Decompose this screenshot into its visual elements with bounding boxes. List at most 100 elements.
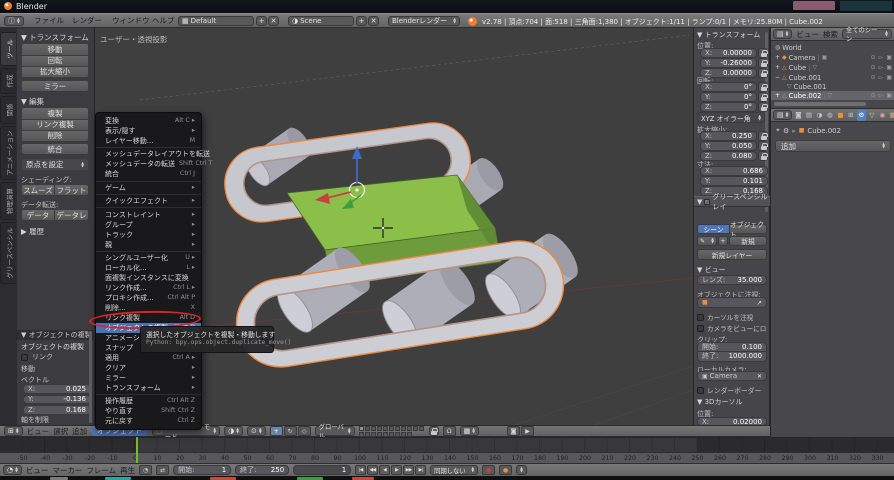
shelf-tab-6[interactable]: グリースペンシル	[0, 222, 16, 284]
clip-start-field[interactable]: 開始: 0.100	[697, 342, 767, 352]
select-toggle-icon[interactable]: ▻	[879, 92, 884, 99]
menu-item-28[interactable]: やり直すShift Ctrl Z	[96, 406, 201, 416]
timeline-menu-playback[interactable]: 再生	[120, 464, 135, 477]
manipulator-translate-button[interactable]: +	[270, 426, 283, 436]
view-panel-header[interactable]: ▼ ビュー	[697, 265, 726, 275]
value-field[interactable]: X:0.250	[700, 131, 757, 141]
render-toggle-icon[interactable]: ▣	[886, 64, 892, 71]
layer-cell-6[interactable]	[389, 426, 394, 431]
snap-magnet-icon[interactable]: Ω	[443, 426, 456, 436]
menu-item-27[interactable]: 操作履歴Ctrl Alt Z	[96, 396, 201, 406]
gp-scene-button[interactable]: シーン	[697, 224, 730, 234]
constraints-tab[interactable]: ⊞	[846, 110, 855, 121]
move-button[interactable]: 移動	[21, 43, 89, 55]
value-field[interactable]: X:0.00000	[700, 48, 757, 58]
object-data-tab[interactable]: ▽	[867, 110, 876, 121]
render-toggle-icon[interactable]: ▣	[886, 54, 892, 61]
layer-cell-10[interactable]	[413, 426, 418, 431]
gp-object-button[interactable]: オブジェクト	[730, 224, 767, 234]
frame-start-field[interactable]: 開始: 1	[173, 465, 231, 475]
menu-item-24[interactable]: クリア▸	[96, 363, 201, 373]
expander-icon[interactable]: +	[775, 54, 780, 61]
modifiers-tab[interactable]: ⚙	[857, 110, 866, 121]
opengl-render-anim-button[interactable]: ▶	[521, 426, 534, 436]
menu-item-29[interactable]: 元に戻すCtrl Z	[96, 416, 201, 426]
layer-cell-7[interactable]	[395, 426, 400, 431]
lock-camera-checkbox[interactable]	[697, 325, 704, 332]
shading-dropdown[interactable]: ◑▲▼	[224, 426, 243, 436]
taskbar-item[interactable]	[297, 477, 323, 480]
expander-icon[interactable]: −	[775, 74, 780, 81]
menu-item-5[interactable]: メッシュデータの転送Shift Ctrl T	[96, 159, 201, 169]
jump-to-start-button[interactable]: |◀	[355, 465, 366, 475]
layer-cell-5[interactable]	[383, 426, 388, 431]
record-button[interactable]: ●	[482, 465, 495, 475]
lock-icon[interactable]	[758, 92, 768, 102]
play-button[interactable]: ▶	[391, 465, 402, 475]
menu-item-4[interactable]: メッシュデータレイアウトを転送	[96, 149, 201, 159]
outliner-scrollbar[interactable]	[774, 102, 866, 106]
layer-cell-13[interactable]	[365, 432, 370, 437]
lock-icon[interactable]	[758, 102, 768, 112]
manipulator-rotate-button[interactable]: ↻	[284, 426, 297, 436]
shade-flat-button[interactable]: フラット	[55, 184, 89, 196]
outliner-row-cube[interactable]: +△Cube|▽⊙▻▣	[771, 63, 894, 72]
breadcrumb-object-name[interactable]: Cube.002	[807, 127, 841, 135]
shelf-tab-3[interactable]: 関係	[0, 96, 16, 124]
scene-tab[interactable]: ◑	[815, 110, 824, 121]
outliner-item-name[interactable]: Cube.001	[789, 74, 822, 82]
outliner-item-name[interactable]: Camera	[789, 54, 816, 62]
menu-item-18[interactable]: 削除...X	[96, 303, 201, 313]
lock-icon[interactable]	[758, 131, 768, 141]
pivot-dropdown[interactable]: ⊙▲▼	[247, 426, 266, 436]
object-tab[interactable]: ■	[836, 110, 845, 121]
frame-end-field[interactable]: 終了: 250	[235, 465, 289, 475]
timeline-playhead[interactable]	[136, 437, 138, 463]
transform-panel-header[interactable]: ▼ トランスフォーム	[21, 32, 89, 43]
timeline-ruler[interactable]: -50-40-30-20-100102030405060708090100110…	[0, 452, 894, 463]
eye-toggle-icon[interactable]: ⊙	[871, 64, 876, 71]
delete-button[interactable]: 削除	[21, 130, 89, 142]
layout-selector[interactable]: ▦ Default	[178, 16, 254, 26]
outliner-row-cube.001[interactable]: ▽Cube.001	[771, 82, 894, 91]
value-field[interactable]: Y:0°	[700, 92, 757, 102]
taskbar-item[interactable]	[105, 477, 131, 480]
layer-cell-4[interactable]	[377, 426, 382, 431]
value-field[interactable]: Y:-0.136	[23, 395, 91, 405]
scale-button[interactable]: 拡大縮小	[21, 66, 89, 78]
prev-keyframe-button[interactable]: ◀◀	[367, 465, 378, 475]
select-toggle-icon[interactable]: ▻	[879, 74, 884, 81]
viewport-menu-view[interactable]: ビュー	[27, 426, 50, 437]
value-field[interactable]: Z:0.168	[23, 405, 91, 415]
menu-item-3[interactable]: レイヤー移動...M	[96, 136, 201, 146]
transfer-data-layout-button[interactable]: データレ	[55, 209, 89, 221]
menu-item-14[interactable]: ローカル化...L ▸	[96, 263, 201, 273]
value-field[interactable]: X:0°	[700, 82, 757, 92]
gp-new-layer-button[interactable]: 新規レイヤー	[697, 249, 767, 260]
render-tab[interactable]: ◙	[794, 110, 803, 121]
lock-icon[interactable]	[758, 151, 768, 161]
clip-end-field[interactable]: 終了: 1000.000	[697, 352, 767, 362]
current-frame-field[interactable]: 1	[293, 465, 351, 475]
menu-item-26[interactable]: トランスフォーム▸	[96, 383, 201, 393]
select-toggle-icon[interactable]: ▻	[879, 54, 884, 61]
preview-range-toggle[interactable]: ◔	[139, 465, 152, 475]
menu-item-8[interactable]: クイックエフェクト▸	[96, 196, 201, 206]
taskbar-item[interactable]	[210, 477, 236, 480]
render-toggle-icon[interactable]: ▣	[886, 74, 892, 81]
local-camera-field[interactable]: ▣ Camera ✕	[697, 371, 767, 381]
shelf-tab-4[interactable]: アニメーション	[0, 126, 16, 180]
edit-panel-header[interactable]: ▼ 編集	[21, 96, 44, 107]
menu-window[interactable]: ウィンドウ	[112, 14, 150, 27]
shelf-tab-5[interactable]: 物理演算	[0, 182, 16, 220]
scene-add-button[interactable]: +	[356, 16, 367, 26]
texture-tab[interactable]: ▦	[888, 110, 894, 121]
outliner-item-name[interactable]: Cube	[789, 64, 807, 72]
operator-panel-header[interactable]: ▼ オブジェクトの複製	[17, 330, 95, 340]
sync-dropdown[interactable]: 同期しない▲▼	[430, 465, 478, 475]
lock-cursor-row[interactable]: カーソルを注視	[697, 312, 753, 322]
value-field[interactable]: X:0.686	[700, 166, 768, 176]
outliner-filter-dropdown[interactable]: 全てのシーン▲▼	[842, 29, 892, 39]
timeline-menu-frame[interactable]: フレーム	[86, 464, 116, 477]
scene-selector[interactable]: ◑ Scene	[288, 16, 354, 26]
